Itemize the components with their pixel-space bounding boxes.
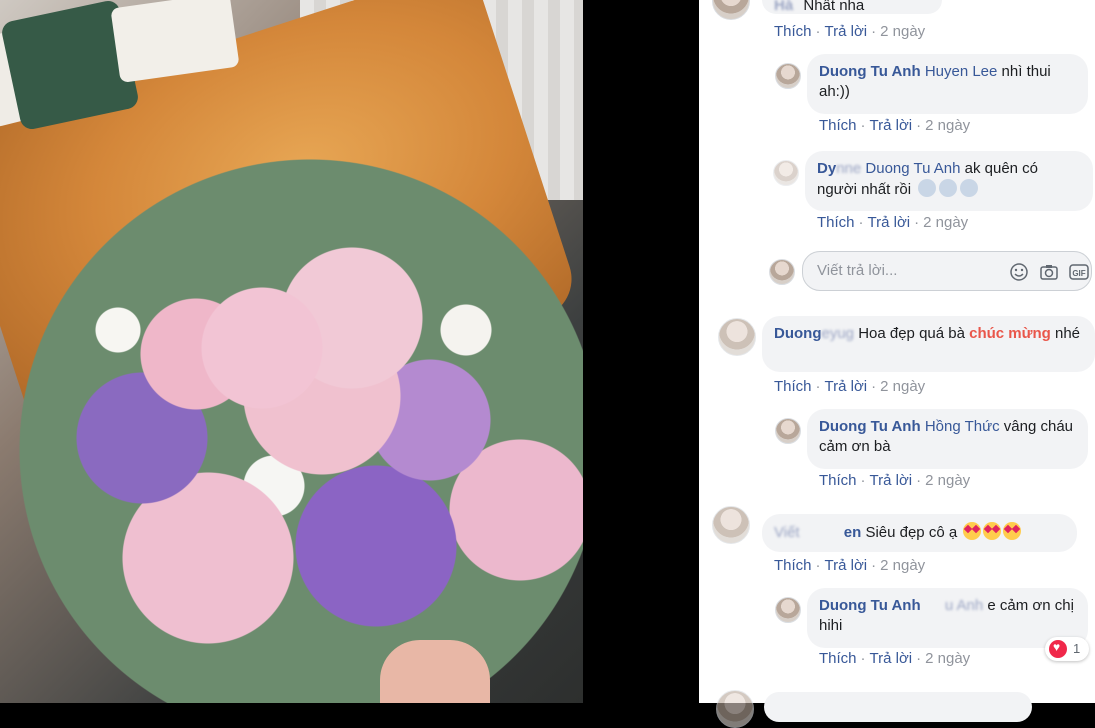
- comment-actions: Thích · Trả lời · 2 ngày: [774, 557, 926, 574]
- reply-author[interactable]: Duong Tu Anh: [819, 63, 921, 80]
- timestamp[interactable]: 2 ngày: [880, 378, 925, 395]
- reaction-count: 1: [1073, 641, 1081, 656]
- comment-actions: Thích · Trả lời · 2 ngày: [774, 23, 926, 40]
- reply-actions: Thích · Trả lời · 2 ngày: [817, 214, 969, 231]
- avatar[interactable]: [716, 690, 754, 728]
- comment-text: Siêu đẹp cô ạ: [865, 524, 958, 541]
- comment-bubble: [764, 692, 1032, 722]
- comment-bubble: Duongeyug Hoa đẹp quá bà chúc mừng nhé: [762, 316, 1095, 372]
- reply-bubble: Dynne Duong Tu Anh ak quên có người nhất…: [805, 151, 1093, 211]
- comment-author[interactable]: Hà: [774, 0, 793, 14]
- gif-icon[interactable]: GIF: [1069, 262, 1089, 282]
- timestamp[interactable]: 2 ngày: [923, 214, 968, 231]
- reaction-count-badge[interactable]: 1: [1045, 637, 1089, 661]
- timestamp[interactable]: 2 ngày: [925, 650, 970, 667]
- comment-author[interactable]: en: [844, 524, 862, 541]
- comment-author[interactable]: Duong: [774, 325, 821, 342]
- reply-input-box[interactable]: GIF: [802, 251, 1092, 291]
- reply-actions: Thích · Trả lời · 2 ngày: [819, 650, 971, 667]
- avatar[interactable]: [775, 63, 801, 89]
- reply-author[interactable]: Duong Tu Anh: [819, 597, 921, 614]
- reply-bubble: Duong Tu Anh u Anh e cảm ơn chị hihi: [807, 588, 1088, 648]
- heart-eyes-emoji: [963, 522, 982, 540]
- avatar[interactable]: [775, 597, 801, 623]
- comment-text-end: nhé: [1055, 325, 1081, 342]
- author-prefix: Viết: [774, 524, 800, 541]
- comment-actions: Thích · Trả lời · 2 ngày: [774, 378, 926, 395]
- highlighted-text: chúc mừng: [969, 325, 1051, 342]
- reply-link[interactable]: Trả lời: [825, 557, 868, 574]
- comment-bubble: Viết en Siêu đẹp cô ạ: [762, 514, 1077, 552]
- reply-actions: Thích · Trả lời · 2 ngày: [819, 117, 971, 134]
- post-photo[interactable]: [0, 0, 583, 703]
- reply-text-end: e: [987, 597, 996, 614]
- reply-actions: Thích · Trả lời · 2 ngày: [819, 472, 971, 489]
- avatar[interactable]: [712, 506, 750, 544]
- comment-bubble: Hà Nhất nha: [762, 0, 942, 14]
- mention-tag[interactable]: u Anh: [945, 597, 983, 614]
- timestamp[interactable]: 2 ngày: [925, 472, 970, 489]
- reply-author[interactable]: Duong Tu Anh: [819, 418, 921, 435]
- like-link[interactable]: Thích: [774, 378, 812, 395]
- snowman-emoji: [918, 179, 937, 197]
- svg-text:GIF: GIF: [1072, 269, 1085, 278]
- heart-icon: [1049, 640, 1067, 658]
- reply-link[interactable]: Trả lời: [825, 378, 868, 395]
- reply-input[interactable]: [815, 261, 999, 280]
- hand: [380, 640, 490, 703]
- heart-eyes-emoji: [1003, 522, 1022, 540]
- heart-eyes-emoji: [983, 522, 1002, 540]
- timestamp[interactable]: 2 ngày: [880, 557, 925, 574]
- avatar[interactable]: [718, 318, 756, 356]
- reply-link[interactable]: Trả lời: [868, 214, 911, 231]
- comment-text: Nhất nha: [803, 0, 865, 14]
- snowman-emoji: [960, 179, 979, 197]
- avatar[interactable]: [773, 160, 799, 186]
- like-link[interactable]: Thích: [819, 117, 857, 134]
- reply-link[interactable]: Trả lời: [825, 23, 868, 40]
- current-user-avatar: [769, 259, 795, 285]
- reply-link[interactable]: Trả lời: [870, 472, 913, 489]
- like-link[interactable]: Thích: [817, 214, 855, 231]
- like-link[interactable]: Thích: [819, 472, 857, 489]
- mention-tag[interactable]: Duong Tu Anh: [865, 160, 960, 177]
- reply-bubble: Duong Tu Anh Huyen Lee nhì thui ah:)): [807, 54, 1088, 114]
- reply-link[interactable]: Trả lời: [870, 650, 913, 667]
- reply-link[interactable]: Trả lời: [870, 117, 913, 134]
- snowman-emoji: [939, 179, 958, 197]
- reply-author[interactable]: Dy: [817, 160, 836, 177]
- like-link[interactable]: Thích: [774, 557, 812, 574]
- like-link[interactable]: Thích: [774, 23, 812, 40]
- mention-tag[interactable]: Huyen Lee: [925, 63, 998, 80]
- avatar[interactable]: [775, 418, 801, 444]
- like-link[interactable]: Thích: [819, 650, 857, 667]
- timestamp[interactable]: 2 ngày: [925, 117, 970, 134]
- comment-text: Hoa đẹp quá bà: [858, 325, 965, 342]
- camera-icon[interactable]: [1039, 262, 1059, 282]
- timestamp[interactable]: 2 ngày: [880, 23, 925, 40]
- reply-bubble: Duong Tu Anh Hồng Thức vâng cháu cảm ơn …: [807, 409, 1088, 469]
- emoji-icon[interactable]: [1009, 262, 1029, 282]
- mention-tag[interactable]: Hồng Thức: [925, 418, 1000, 435]
